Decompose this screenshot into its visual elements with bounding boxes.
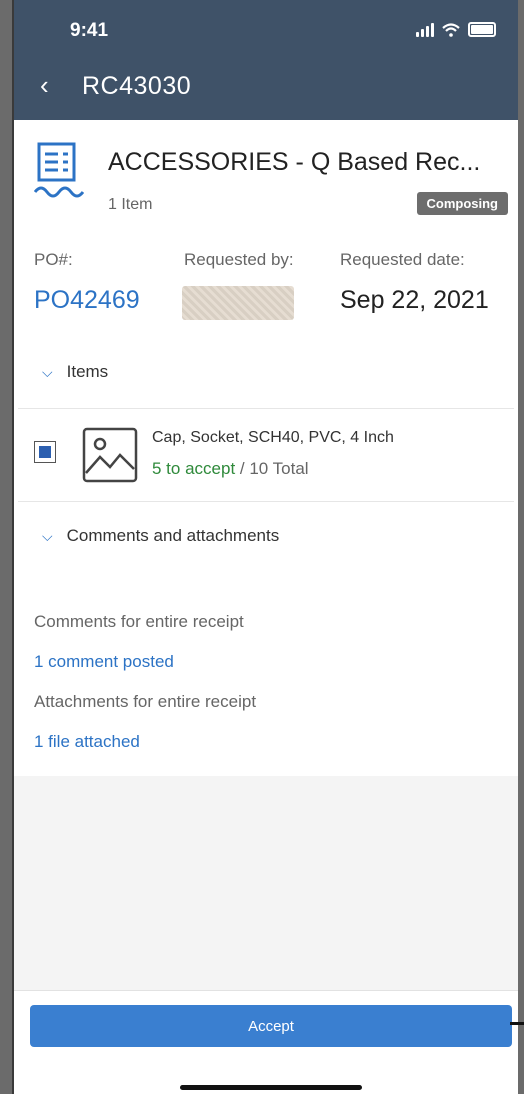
- item-name: Cap, Socket, SCH40, PVC, 4 Inch: [152, 429, 394, 446]
- po-label: PO#:: [34, 250, 73, 269]
- items-section-toggle[interactable]: ⌵ Items: [42, 362, 108, 382]
- receipt-icon: [34, 142, 84, 198]
- chevron-left-icon: ‹: [40, 70, 49, 100]
- cellular-signal-icon: [416, 22, 434, 37]
- wifi-icon: [442, 22, 460, 37]
- quantity-separator: /: [235, 459, 250, 478]
- po-number-link[interactable]: PO42469: [34, 286, 140, 315]
- requested-date-label: Requested date:: [340, 250, 465, 269]
- item-count: 1 Item: [108, 196, 153, 213]
- comments-label: Comments for entire receipt: [34, 612, 244, 631]
- phone-screen: 9:41 ‹ RC43030 ACCESSORIES - Q Based Rec…: [12, 0, 518, 1094]
- back-button[interactable]: ‹: [40, 72, 49, 98]
- status-icons: [416, 22, 496, 37]
- item-checkbox[interactable]: [34, 441, 56, 463]
- attachments-label: Attachments for entire receipt: [34, 692, 257, 711]
- items-section-label: Items: [66, 362, 109, 381]
- item-quantity: 5 to accept / 10 Total: [152, 459, 309, 479]
- home-indicator: [180, 1085, 362, 1090]
- to-accept-count: 5 to accept: [152, 459, 236, 478]
- receipt-card: ACCESSORIES - Q Based Rec... 1 Item Comp…: [14, 120, 518, 776]
- status-time: 9:41: [70, 20, 109, 41]
- total-count: 10 Total: [249, 459, 309, 478]
- image-placeholder-icon: [82, 427, 138, 483]
- battery-icon: [468, 22, 496, 37]
- comments-link[interactable]: 1 comment posted: [34, 652, 174, 672]
- side-marker: [510, 1022, 524, 1025]
- chevron-down-icon: ⌵: [42, 527, 53, 544]
- comments-section-label: Comments and attachments: [66, 526, 280, 545]
- chevron-down-icon: ⌵: [42, 363, 53, 380]
- requested-by-value-redacted: [182, 286, 294, 320]
- list-item[interactable]: Cap, Socket, SCH40, PVC, 4 Inch 5 to acc…: [18, 408, 514, 502]
- status-badge: Composing: [416, 192, 508, 215]
- accept-button[interactable]: Accept: [30, 1005, 512, 1047]
- app-header: 9:41 ‹ RC43030: [14, 0, 518, 120]
- comments-section-toggle[interactable]: ⌵ Comments and attachments: [42, 526, 279, 546]
- requested-by-label: Requested by:: [184, 250, 294, 269]
- requested-date: Sep 22, 2021: [340, 286, 489, 314]
- attachments-link[interactable]: 1 file attached: [34, 732, 140, 752]
- document-title: ACCESSORIES - Q Based Rec...: [108, 148, 481, 176]
- page-title: RC43030: [82, 72, 192, 100]
- footer-bar: Accept: [14, 990, 518, 1094]
